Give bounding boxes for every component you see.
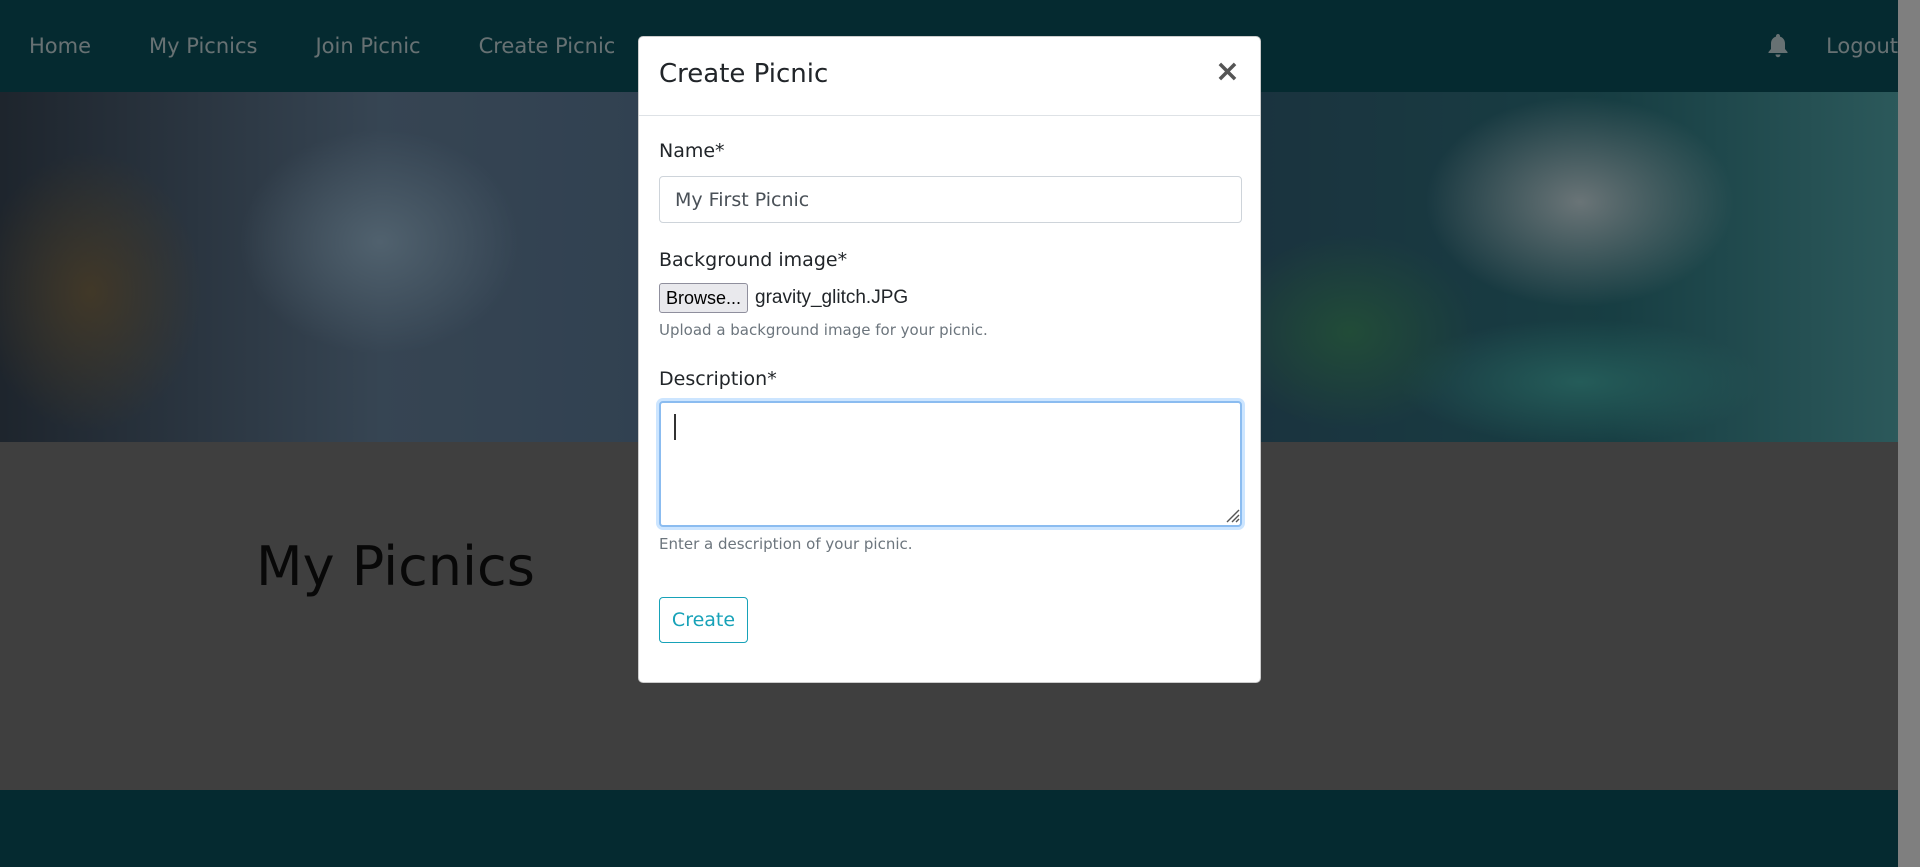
create-button[interactable]: Create xyxy=(659,597,748,643)
description-textarea[interactable] xyxy=(659,401,1242,527)
description-label: Description* xyxy=(659,368,777,390)
modal-title: Create Picnic xyxy=(659,59,829,89)
background-image-help: Upload a background image for your picni… xyxy=(659,321,988,339)
file-input[interactable]: Browse... gravity_glitch.JPG xyxy=(659,283,908,313)
background-image-label: Background image* xyxy=(659,249,848,271)
selected-file-name: gravity_glitch.JPG xyxy=(755,287,909,308)
browse-button[interactable]: Browse... xyxy=(659,283,749,313)
text-caret xyxy=(674,414,676,440)
resize-grip-icon[interactable] xyxy=(1224,507,1240,523)
description-help: Enter a description of your picnic. xyxy=(659,535,913,553)
name-input[interactable] xyxy=(659,176,1242,223)
modal-header: Create Picnic × xyxy=(639,37,1260,116)
create-picnic-modal: Create Picnic × Name* Background image* … xyxy=(638,36,1261,683)
name-label: Name* xyxy=(659,140,725,162)
close-button[interactable]: × xyxy=(1215,57,1240,87)
